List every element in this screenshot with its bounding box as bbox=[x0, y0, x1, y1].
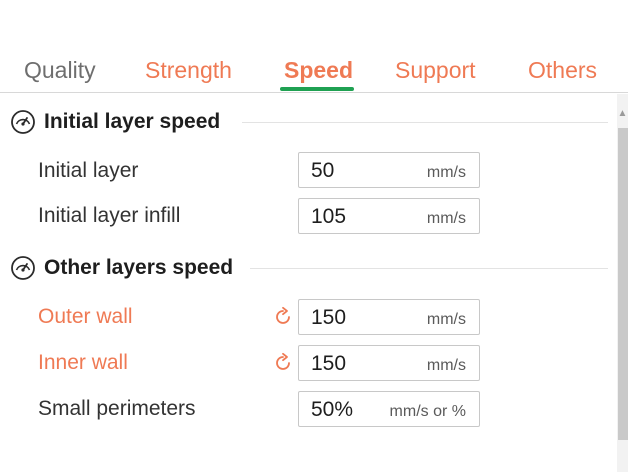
small-perimeters-label: Small perimeters bbox=[38, 397, 196, 420]
field-unit: mm/s or % bbox=[389, 403, 466, 420]
field-unit: mm/s bbox=[426, 164, 466, 181]
small-perimeters-speed-field[interactable]: 50% mm/s or % bbox=[298, 391, 480, 427]
initial-layer-infill-speed-field[interactable]: 105 mm/s bbox=[298, 198, 480, 234]
section-initial-layer-speed: Initial layer speed bbox=[10, 109, 220, 135]
tab-strength[interactable]: Strength bbox=[145, 56, 232, 84]
tab-bar-divider bbox=[0, 92, 628, 93]
field-value[interactable]: 50 bbox=[311, 158, 334, 184]
speedometer-icon bbox=[10, 109, 36, 135]
field-unit: mm/s bbox=[426, 357, 466, 374]
field-unit: mm/s bbox=[426, 311, 466, 328]
section-other-layers-speed: Other layers speed bbox=[10, 255, 233, 281]
initial-layer-label: Initial layer bbox=[38, 159, 139, 182]
section-divider bbox=[250, 268, 608, 269]
speedometer-icon bbox=[10, 255, 36, 281]
field-value[interactable]: 150 bbox=[311, 305, 346, 331]
inner-wall-speed-field[interactable]: 150 mm/s bbox=[298, 345, 480, 381]
tab-others[interactable]: Others bbox=[528, 56, 597, 84]
outer-wall-label: Outer wall bbox=[38, 305, 133, 328]
field-unit: mm/s bbox=[426, 210, 466, 227]
outer-wall-speed-field[interactable]: 150 mm/s bbox=[298, 299, 480, 335]
initial-layer-infill-label: Initial layer infill bbox=[38, 204, 181, 227]
scrollbar-thumb[interactable] bbox=[618, 128, 628, 440]
reset-icon[interactable] bbox=[272, 306, 294, 328]
tab-support[interactable]: Support bbox=[395, 56, 476, 84]
tab-quality[interactable]: Quality bbox=[24, 56, 96, 84]
section-title-text: Initial layer speed bbox=[44, 110, 221, 133]
scroll-up-icon[interactable]: ▲ bbox=[617, 104, 628, 124]
section-divider bbox=[242, 122, 608, 123]
initial-layer-speed-field[interactable]: 50 mm/s bbox=[298, 152, 480, 188]
section-title-text: Other layers speed bbox=[44, 256, 234, 279]
field-value[interactable]: 105 bbox=[311, 204, 346, 230]
field-value[interactable]: 50% bbox=[311, 397, 353, 423]
selected-tab-indicator bbox=[280, 87, 354, 91]
field-value[interactable]: 150 bbox=[311, 351, 346, 377]
reset-icon[interactable] bbox=[272, 352, 294, 374]
inner-wall-label: Inner wall bbox=[38, 351, 128, 374]
tab-speed[interactable]: Speed bbox=[284, 56, 353, 84]
settings-tab-bar: Quality Strength Speed Support Others bbox=[0, 0, 628, 92]
